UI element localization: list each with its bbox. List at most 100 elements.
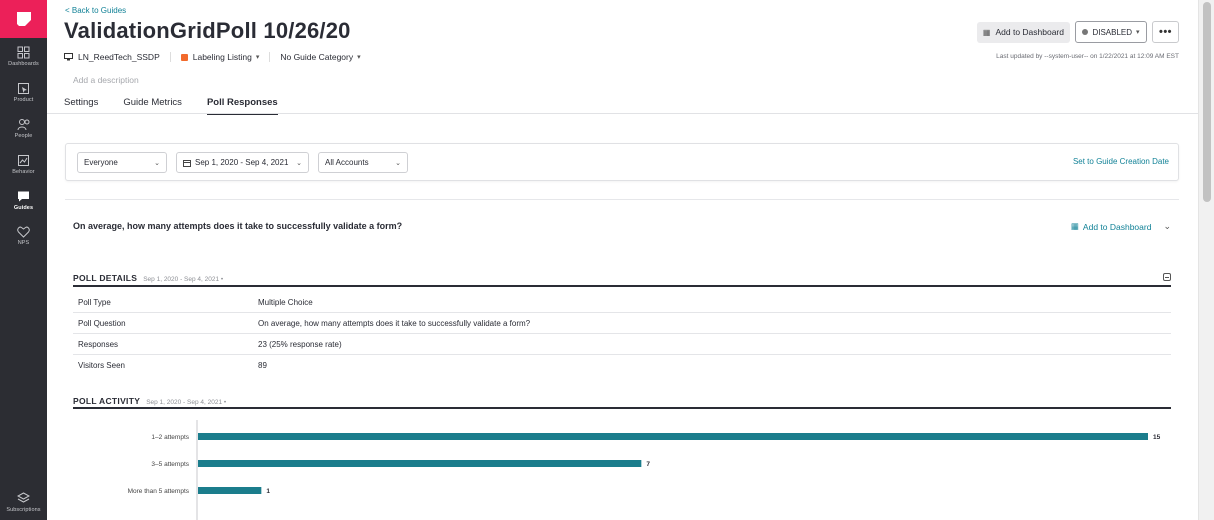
status-dot-icon: [1082, 29, 1089, 35]
more-options-button[interactable]: •••: [1152, 21, 1179, 43]
sidebar-item-label: Dashboards: [8, 60, 39, 67]
tabs-divider: [47, 113, 1198, 114]
poll-details-heading: POLL DETAILS Sep 1, 2020 - Sep 4, 2021 •: [73, 273, 223, 283]
table-row: Poll Question On average, how many attem…: [73, 313, 1171, 334]
chevron-down-icon: ▾: [357, 54, 361, 61]
chart-icon: [18, 154, 29, 166]
caret-down-icon: ▾: [1136, 29, 1140, 36]
dashboard-add-icon: ▦: [982, 27, 991, 37]
sidebar-item-label: Product: [13, 96, 34, 103]
table-row: Visitors Seen 89: [73, 355, 1171, 376]
status-dropdown[interactable]: DISABLED ▾: [1075, 21, 1147, 43]
sidebar-item-nps[interactable]: NPS: [0, 218, 47, 254]
listing-color-icon: [180, 53, 188, 61]
sidebar-item-people[interactable]: People: [0, 110, 47, 146]
poll-question-heading: On average, how many attempts does it ta…: [73, 221, 403, 231]
status-label: DISABLED: [1092, 27, 1133, 37]
date-range-select[interactable]: Sep 1, 2020 - Sep 4, 2021 ⌄: [176, 152, 309, 173]
add-to-dashboard-button[interactable]: ▦ Add to Dashboard: [976, 21, 1070, 43]
sidebar-item-label: Subscriptions: [6, 506, 41, 513]
poll-details-table: Poll Type Multiple Choice Poll Question …: [73, 292, 1171, 376]
detail-key: Poll Question: [78, 318, 126, 328]
bar-value-label: 7: [646, 461, 650, 468]
sidebar-item-dashboards[interactable]: Dashboards: [0, 38, 47, 74]
bar-value-label: 15: [1153, 434, 1161, 441]
chevron-down-icon: ⌄: [395, 159, 401, 167]
scrollbar-thumb[interactable]: [1203, 2, 1211, 202]
poll-details-title: POLL DETAILS: [73, 273, 138, 283]
table-row: Responses 23 (25% response rate): [73, 334, 1171, 355]
add-description-field[interactable]: Add a description: [73, 75, 139, 85]
grid-icon: [17, 46, 30, 58]
detail-value: 89: [258, 361, 267, 370]
dashboard-add-icon: ▦: [1070, 221, 1079, 231]
calendar-icon: [183, 159, 191, 167]
filter-bar: Everyone ⌄ Sep 1, 2020 - Sep 4, 2021 ⌄ A…: [65, 143, 1179, 181]
detail-value: 23 (25% response rate): [258, 339, 342, 349]
last-updated: Last updated by --system-user-- on 1/22/…: [996, 53, 1179, 60]
sidebar-item-behavior[interactable]: Behavior: [0, 146, 47, 182]
bar[interactable]: [198, 433, 1148, 440]
sidebar-item-product[interactable]: Product: [0, 74, 47, 110]
poll-details-range: Sep 1, 2020 - Sep 4, 2021 •: [143, 276, 224, 283]
collapse-icon[interactable]: [1163, 273, 1171, 281]
chevron-down-icon[interactable]: ⌄: [1163, 221, 1171, 232]
poll-activity-heading: POLL ACTIVITY Sep 1, 2020 - Sep 4, 2021 •: [73, 396, 226, 406]
chevron-down-icon: ⌄: [296, 159, 302, 167]
people-icon: [17, 118, 29, 130]
category-label: 1–2 attempts: [151, 434, 189, 441]
bar-value-label: 1: [266, 488, 270, 495]
chevron-down-icon: ▾: [255, 54, 260, 61]
date-range-value: Sep 1, 2020 - Sep 4, 2021: [195, 158, 289, 167]
app-name: LN_ReedTech_SSDP: [78, 52, 160, 62]
sidebar: Dashboards Product People Behavior Guide…: [0, 0, 47, 520]
bar[interactable]: [198, 487, 262, 494]
add-to-dashboard-label: Add to Dashboard: [995, 27, 1064, 37]
app-selector[interactable]: LN_ReedTech_SSDP: [64, 52, 171, 62]
layers-icon: [17, 491, 30, 503]
poll-activity-title: POLL ACTIVITY: [73, 396, 141, 406]
bar[interactable]: [198, 460, 642, 467]
monitor-icon: [64, 53, 73, 61]
main-content: < Back to Guides ValidationGridPoll 10/2…: [47, 0, 1198, 520]
detail-key: Responses: [78, 339, 119, 349]
chevron-down-icon: ⌄: [154, 159, 160, 167]
segment-value: Everyone: [84, 158, 118, 167]
detail-key: Visitors Seen: [78, 361, 125, 370]
category-name: No Guide Category: [280, 52, 354, 62]
pendo-logo[interactable]: [0, 0, 47, 38]
category-label: More than 5 attempts: [128, 488, 190, 495]
poll-add-to-dashboard-label: Add to Dashboard: [1082, 221, 1152, 232]
header-actions: ▦ Add to Dashboard DISABLED ▾ •••: [976, 21, 1179, 43]
product-icon: [18, 82, 29, 94]
sidebar-item-subscriptions[interactable]: Subscriptions: [0, 484, 47, 520]
poll-activity-chart: 1–2 attempts 15 3–5 attempts 7 More than 5 a…: [73, 420, 1171, 520]
heart-icon: [17, 226, 30, 238]
poll-add-to-dashboard-button[interactable]: ▦ Add to Dashboard ⌄: [1071, 221, 1171, 232]
detail-value: On average, how many attempts does it ta…: [258, 318, 531, 328]
sidebar-item-guides[interactable]: Guides: [0, 182, 47, 218]
segment-select[interactable]: Everyone ⌄: [77, 152, 167, 173]
page-title: ValidationGridPoll 10/26/20: [64, 18, 351, 43]
section-divider: [65, 199, 1179, 200]
sidebar-item-label: Behavior: [12, 168, 35, 175]
listing-selector[interactable]: Labeling Listing ▾: [180, 52, 271, 62]
guide-meta: LN_ReedTech_SSDP Labeling Listing ▾ No G…: [64, 52, 371, 62]
category-selector[interactable]: No Guide Category ▾: [280, 52, 360, 62]
set-to-guide-creation-date-link[interactable]: Set to Guide Creation Date: [1073, 157, 1169, 166]
accounts-select[interactable]: All Accounts ⌄: [318, 152, 408, 173]
sidebar-item-label: Guides: [13, 204, 34, 211]
table-row: Poll Type Multiple Choice: [73, 292, 1171, 313]
detail-key: Poll Type: [78, 297, 111, 307]
vertical-scrollbar[interactable]: [1198, 0, 1214, 520]
guides-icon: [18, 191, 29, 201]
sidebar-item-label: NPS: [17, 240, 30, 246]
sidebar-item-label: People: [14, 132, 33, 139]
back-to-guides-link[interactable]: < Back to Guides: [65, 6, 126, 15]
accounts-value: All Accounts: [325, 158, 369, 167]
poll-details-rule: [73, 285, 1171, 287]
poll-activity-range: Sep 1, 2020 - Sep 4, 2021 •: [146, 399, 227, 406]
bar-chart-svg: 1–2 attempts 15 3–5 attempts 7 More than 5 a…: [128, 420, 1161, 520]
listing-name: Labeling Listing: [192, 52, 252, 62]
poll-activity-rule: [73, 407, 1171, 409]
